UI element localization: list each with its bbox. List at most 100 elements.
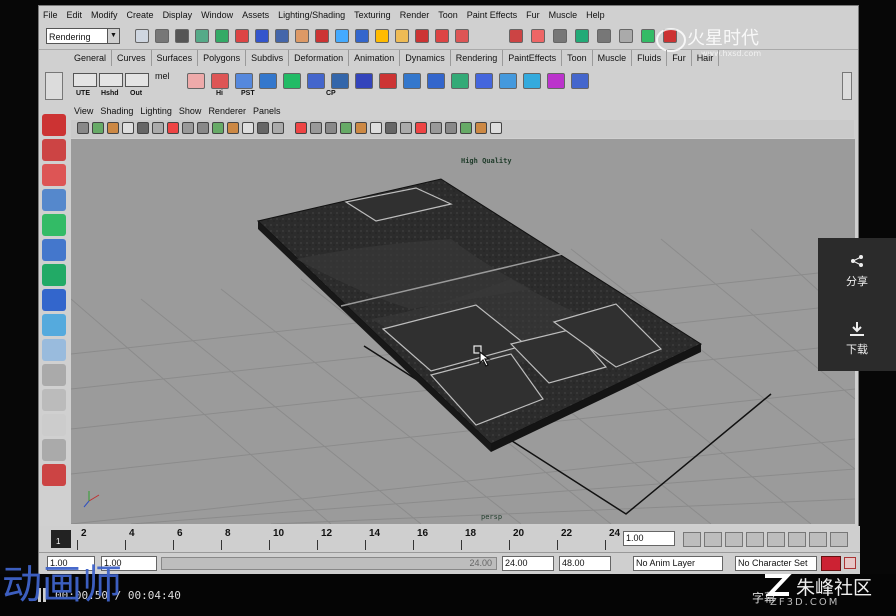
play-forward-icon[interactable]	[767, 532, 785, 547]
shelf-tab-painteffects[interactable]: PaintEffects	[503, 50, 563, 66]
viewport-menu-show[interactable]: Show	[179, 106, 202, 119]
go-to-end-icon[interactable]	[830, 532, 848, 547]
viewport-tool-5-icon[interactable]	[137, 122, 149, 134]
status-tool-20-icon[interactable]	[553, 29, 567, 43]
status-tool-2-icon[interactable]	[155, 29, 169, 43]
status-tool-15-icon[interactable]	[415, 29, 429, 43]
toolbox-tool-13-icon[interactable]	[42, 414, 66, 436]
shelf-tab-deformation[interactable]: Deformation	[289, 50, 350, 66]
shelf-tool-11-icon[interactable]	[427, 73, 445, 89]
shelf-tab-animation[interactable]: Animation	[349, 50, 401, 66]
shelf-menu-button[interactable]	[45, 72, 63, 100]
viewport-tool-14-icon[interactable]	[272, 122, 284, 134]
status-tool-8-icon[interactable]	[275, 29, 289, 43]
menu-lighting-shading[interactable]: Lighting/Shading	[278, 10, 345, 24]
key-icon[interactable]	[821, 556, 841, 571]
range-slider[interactable]: 24.00	[161, 557, 497, 570]
shelf-tool-3-icon[interactable]	[235, 73, 253, 89]
shelf-button-out[interactable]	[125, 73, 149, 87]
status-tool-22-icon[interactable]	[597, 29, 611, 43]
shelf-tab-dynamics[interactable]: Dynamics	[400, 50, 451, 66]
status-tool-3-icon[interactable]	[175, 29, 189, 43]
shelf-tool-10-icon[interactable]	[403, 73, 421, 89]
toolbox-tool-9-icon[interactable]	[42, 314, 66, 336]
viewport-tool-27-icon[interactable]	[475, 122, 487, 134]
status-tool-14-icon[interactable]	[395, 29, 409, 43]
viewport-tool-1-icon[interactable]	[77, 122, 89, 134]
viewport-tool-4-icon[interactable]	[122, 122, 134, 134]
shelf-tool-1-icon[interactable]	[187, 73, 205, 89]
go-to-start-icon[interactable]	[683, 532, 701, 547]
perspective-viewport[interactable]: High Quality persp	[71, 139, 855, 524]
step-back-key-icon[interactable]	[704, 532, 722, 547]
shelf-button-hshd[interactable]	[99, 73, 123, 87]
shelf-tab-fur[interactable]: Fur	[667, 50, 692, 66]
shelf-tool-8-icon[interactable]	[355, 73, 373, 89]
time-slider[interactable]: 1 2 4 6 8 10 12 14 16 18 20 22 24 1.00	[39, 526, 860, 552]
menu-help[interactable]: Help	[586, 10, 605, 24]
status-tool-10-icon[interactable]	[315, 29, 329, 43]
menu-edit[interactable]: Edit	[67, 10, 83, 24]
viewport-tool-21-icon[interactable]	[385, 122, 397, 134]
viewport-tool-12-icon[interactable]	[242, 122, 254, 134]
viewport-tool-3-icon[interactable]	[107, 122, 119, 134]
status-tool-23-icon[interactable]	[619, 29, 633, 43]
toolbox-tool-8-icon[interactable]	[42, 289, 66, 311]
character-set-dropdown[interactable]: No Character Set	[735, 556, 817, 571]
toolbox-tool-10-icon[interactable]	[42, 339, 66, 361]
viewport-tool-18-icon[interactable]	[340, 122, 352, 134]
step-forward-icon[interactable]	[788, 532, 806, 547]
viewport-tool-9-icon[interactable]	[197, 122, 209, 134]
menu-render[interactable]: Render	[400, 10, 430, 24]
status-tool-6-icon[interactable]	[235, 29, 249, 43]
shelf-scroll[interactable]	[842, 72, 852, 100]
status-tool-7-icon[interactable]	[255, 29, 269, 43]
shelf-tab-general[interactable]: General	[69, 50, 113, 66]
shelf-tab-curves[interactable]: Curves	[112, 50, 152, 66]
shelf-tool-14-icon[interactable]	[499, 73, 517, 89]
viewport-tool-11-icon[interactable]	[227, 122, 239, 134]
viewport-tool-28-icon[interactable]	[490, 122, 502, 134]
toolbox-tool-14-icon[interactable]	[42, 439, 66, 461]
shelf-tool-4-icon[interactable]	[259, 73, 277, 89]
status-tool-21-icon[interactable]	[575, 29, 589, 43]
status-tool-17-icon[interactable]	[455, 29, 469, 43]
viewport-tool-13-icon[interactable]	[257, 122, 269, 134]
current-time-field[interactable]: 1.00	[623, 531, 675, 546]
menu-fur[interactable]: Fur	[526, 10, 540, 24]
viewport-menu-lighting[interactable]: Lighting	[140, 106, 172, 119]
menu-file[interactable]: File	[43, 10, 58, 24]
menu-muscle[interactable]: Muscle	[549, 10, 578, 24]
toolbox-tool-1-icon[interactable]	[42, 114, 66, 136]
viewport-menu-shading[interactable]: Shading	[100, 106, 133, 119]
viewport-menu-view[interactable]: View	[74, 106, 93, 119]
shelf-tab-rendering[interactable]: Rendering	[451, 50, 504, 66]
viewport-tool-26-icon[interactable]	[460, 122, 472, 134]
status-tool-11-icon[interactable]	[335, 29, 349, 43]
close-icon[interactable]	[844, 557, 856, 569]
viewport-menu-panels[interactable]: Panels	[253, 106, 281, 119]
range-inner-end-field[interactable]: 24.00	[502, 556, 554, 571]
play-back-icon[interactable]	[746, 532, 764, 547]
viewport-tool-8-icon[interactable]	[182, 122, 194, 134]
toolbox-tool-5-icon[interactable]	[42, 214, 66, 236]
menu-paint-effects[interactable]: Paint Effects	[467, 10, 517, 24]
status-tool-12-icon[interactable]	[355, 29, 369, 43]
viewport-tool-19-icon[interactable]	[355, 122, 367, 134]
shelf-tool-15-icon[interactable]	[523, 73, 541, 89]
shelf-tab-toon[interactable]: Toon	[562, 50, 593, 66]
status-tool-13-icon[interactable]	[375, 29, 389, 43]
viewport-tool-10-icon[interactable]	[212, 122, 224, 134]
status-tool-9-icon[interactable]	[295, 29, 309, 43]
menu-toon[interactable]: Toon	[438, 10, 458, 24]
shelf-tool-5-icon[interactable]	[283, 73, 301, 89]
toolbox-tool-7-icon[interactable]	[42, 264, 66, 286]
menu-window[interactable]: Window	[201, 10, 233, 24]
shelf-tab-surfaces[interactable]: Surfaces	[152, 50, 199, 66]
shelf-tool-17-icon[interactable]	[571, 73, 589, 89]
menu-display[interactable]: Display	[163, 10, 193, 24]
viewport-tool-17-icon[interactable]	[325, 122, 337, 134]
viewport-tool-16-icon[interactable]	[310, 122, 322, 134]
chevron-down-icon[interactable]: ▼	[107, 29, 119, 43]
viewport-tool-20-icon[interactable]	[370, 122, 382, 134]
